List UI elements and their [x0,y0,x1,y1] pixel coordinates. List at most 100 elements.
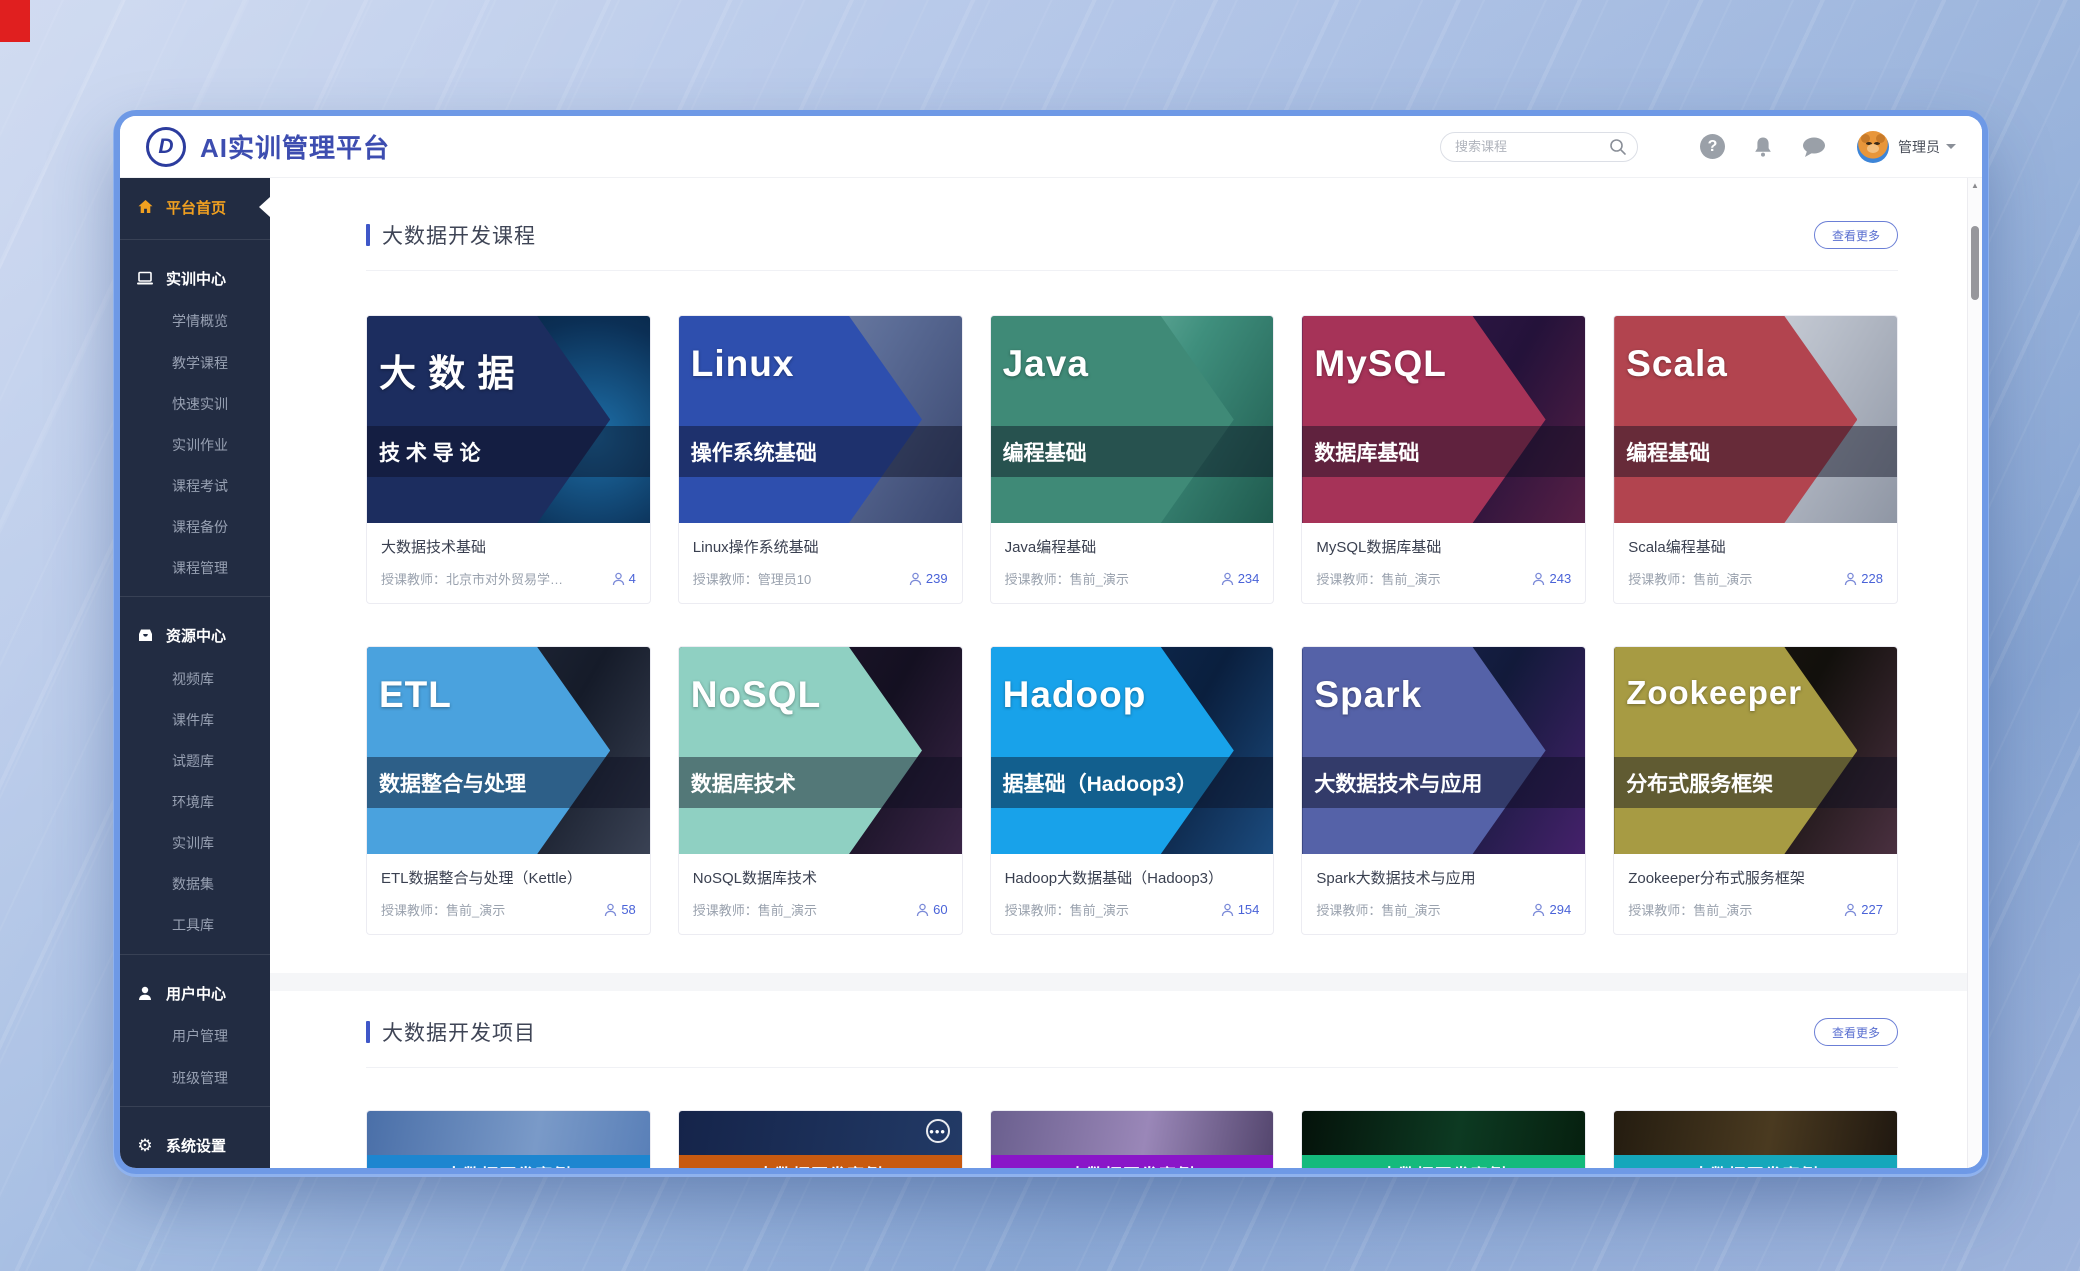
project-card[interactable]: 大数据开发案例 [1301,1110,1586,1168]
section-title: 大数据开发课程 [366,220,536,250]
help-button[interactable]: ? [1700,134,1725,159]
course-cover: Hadoop 据基础（Hadoop3） [991,647,1274,854]
course-cover: Java 编程基础 [991,316,1274,523]
sidebar-group-resource-center[interactable]: 资源中心 [120,613,270,658]
project-banner: 大数据开发案例 [679,1155,962,1168]
course-teacher: 授课教师：管理员10 [693,569,811,588]
person-icon [1844,903,1857,917]
sidebar-divider [120,596,270,597]
student-count: 4 [612,571,636,586]
cover-subtitle: 编程基础 [991,426,1087,478]
sidebar-item-label: 系统设置 [166,1135,226,1156]
avatar-face-icon [1867,144,1879,153]
app-logo-icon[interactable]: D [146,127,186,167]
course-row-2: ETL 数据整合与处理 ETL数据整合与处理（Kettle） 授课教师：售前_演… [366,646,1898,935]
cover-subtitle: 大数据技术与应用 [1302,757,1482,809]
person-icon [1532,903,1545,917]
sidebar-item-quick-training[interactable]: 快速实训 [120,383,270,424]
cover-subtitle: 编程基础 [1614,426,1710,478]
sidebar-item-tool-library[interactable]: 工具库 [120,905,270,946]
course-card[interactable]: NoSQL 数据库技术 NoSQL数据库技术 授课教师：售前_演示 60 [678,646,963,935]
course-card[interactable]: 大 数 据 技 术 导 论 大数据技术基础 授课教师：北京市对外贸易学校教...… [366,315,651,604]
course-card[interactable]: Spark 大数据技术与应用 Spark大数据技术与应用 授课教师：售前_演示 … [1301,646,1586,935]
person-icon [916,903,929,917]
sidebar-item-learning-overview[interactable]: 学情概览 [120,301,270,342]
course-title[interactable]: Java编程基础 [1005,536,1260,557]
student-count: 60 [916,902,947,917]
cover-title: NoSQL [691,674,821,716]
sidebar-divider [120,239,270,240]
sidebar-item-course-backup[interactable]: 课程备份 [120,506,270,547]
sidebar-item-dataset[interactable]: 数据集 [120,864,270,905]
sidebar-item-label: 平台首页 [166,197,226,218]
sidebar-group-training-center[interactable]: 实训中心 [120,256,270,301]
more-dots-icon: ••• [926,1119,950,1143]
course-card[interactable]: Java 编程基础 Java编程基础 授课教师：售前_演示 234 [990,315,1275,604]
sidebar-item-user-management[interactable]: 用户管理 [120,1016,270,1057]
accent-bar [366,1021,370,1043]
sidebar-item-courseware-library[interactable]: 课件库 [120,700,270,741]
section-divider [366,1067,1898,1068]
scrollbar[interactable]: ▲ [1967,178,1982,1168]
main-content: 大数据开发课程 查看更多 大 数 据 技 术 导 论 [270,178,1982,1168]
sidebar-item-environment-library[interactable]: 环境库 [120,782,270,823]
sidebar-item-class-management[interactable]: 班级管理 [120,1057,270,1098]
course-cover: NoSQL 数据库技术 [679,647,962,854]
scrollbar-thumb[interactable] [1971,226,1979,300]
sidebar-item-video-library[interactable]: 视频库 [120,658,270,699]
sidebar-item-teaching-courses[interactable]: 教学课程 [120,342,270,383]
sidebar-item-training-homework[interactable]: 实训作业 [120,424,270,465]
course-card[interactable]: Linux 操作系统基础 Linux操作系统基础 授课教师：管理员10 239 [678,315,963,604]
sidebar-item-home[interactable]: 平台首页 [120,184,270,231]
project-card[interactable]: 大数据开发案例 [990,1110,1275,1168]
course-card[interactable]: Scala 编程基础 Scala编程基础 授课教师：售前_演示 228 [1613,315,1898,604]
project-card[interactable]: ••• 大数据开发案例 [678,1110,963,1168]
logo-letter: D [158,135,173,159]
search-icon[interactable] [1609,138,1627,156]
sidebar-group-label: 用户中心 [166,983,226,1004]
bell-icon [1751,135,1775,159]
student-count: 154 [1221,902,1260,917]
course-title[interactable]: MySQL数据库基础 [1316,536,1571,557]
cover-subtitle: 据基础（Hadoop3） [991,757,1198,809]
course-title[interactable]: 大数据技术基础 [381,536,636,557]
scroll-up-icon[interactable]: ▲ [1968,181,1982,190]
project-card[interactable]: 大数据开发案例 [366,1110,651,1168]
course-title[interactable]: Spark大数据技术与应用 [1316,867,1571,888]
sidebar-item-training-library[interactable]: 实训库 [120,823,270,864]
course-title[interactable]: ETL数据整合与处理（Kettle） [381,867,636,888]
cover-title: MySQL [1314,343,1446,385]
sidebar-item-question-library[interactable]: 试题库 [120,741,270,782]
course-card[interactable]: Zookeeper 分布式服务框架 Zookeeper分布式服务框架 授课教师：… [1613,646,1898,935]
sidebar-item-course-management[interactable]: 课程管理 [120,547,270,588]
course-title[interactable]: Hadoop大数据基础（Hadoop3） [1005,867,1260,888]
user-name[interactable]: 管理员 [1898,137,1940,157]
course-card[interactable]: MySQL 数据库基础 MySQL数据库基础 授课教师：售前_演示 243 [1301,315,1586,604]
course-card[interactable]: ETL 数据整合与处理 ETL数据整合与处理（Kettle） 授课教师：售前_演… [366,646,651,935]
search-box [1440,132,1638,162]
course-teacher: 授课教师：售前_演示 [1316,569,1440,588]
sidebar-group-user-center[interactable]: 用户中心 [120,971,270,1016]
view-more-button[interactable]: 查看更多 [1814,1018,1898,1046]
person-icon [1221,572,1234,586]
project-card[interactable]: 大数据开发案例 [1613,1110,1898,1168]
course-title[interactable]: Scala编程基础 [1628,536,1883,557]
messages-button[interactable] [1801,135,1827,159]
user-avatar[interactable] [1857,131,1889,163]
course-title[interactable]: Zookeeper分布式服务框架 [1628,867,1883,888]
app-window: D AI实训管理平台 ? [120,116,1982,1168]
sidebar-item-system-settings[interactable]: ⚙ 系统设置 [120,1123,270,1168]
cover-subtitle: 数据整合与处理 [367,757,526,809]
course-title[interactable]: Linux操作系统基础 [693,536,948,557]
course-title[interactable]: NoSQL数据库技术 [693,867,948,888]
sidebar-item-course-exam[interactable]: 课程考试 [120,465,270,506]
view-more-button[interactable]: 查看更多 [1814,221,1898,249]
cover-subtitle: 分布式服务框架 [1614,757,1773,809]
chevron-down-icon[interactable] [1946,144,1956,154]
notifications-button[interactable] [1751,135,1775,159]
course-card[interactable]: Hadoop 据基础（Hadoop3） Hadoop大数据基础（Hadoop3）… [990,646,1275,935]
course-cover: MySQL 数据库基础 [1302,316,1585,523]
student-count: 234 [1221,571,1260,586]
desktop: D AI实训管理平台 ? [0,0,2080,1271]
sidebar-group-label: 资源中心 [166,625,226,646]
